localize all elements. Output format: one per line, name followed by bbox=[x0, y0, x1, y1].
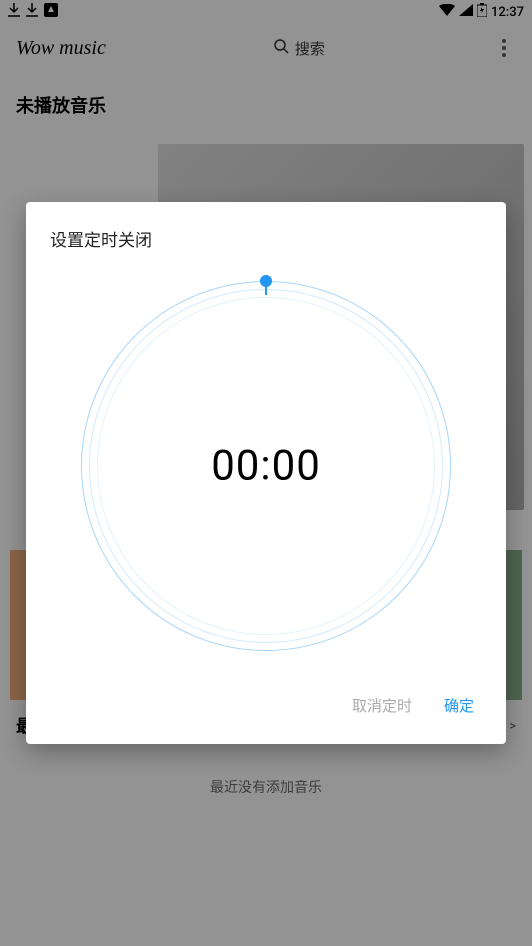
modal-actions: 取消定时 确定 bbox=[50, 671, 482, 732]
timer-display: 00:00 bbox=[211, 442, 321, 491]
timer-handle[interactable] bbox=[260, 275, 272, 287]
confirm-button[interactable]: 确定 bbox=[440, 687, 478, 724]
timer-wrap: 00:00 bbox=[50, 271, 482, 671]
cancel-timer-button[interactable]: 取消定时 bbox=[348, 687, 416, 724]
modal-overlay[interactable]: 设置定时关闭 00:00 取消定时 确定 bbox=[0, 0, 532, 946]
modal-title: 设置定时关闭 bbox=[50, 226, 482, 251]
timer-dial[interactable]: 00:00 bbox=[81, 281, 451, 651]
timer-modal: 设置定时关闭 00:00 取消定时 确定 bbox=[26, 202, 506, 744]
